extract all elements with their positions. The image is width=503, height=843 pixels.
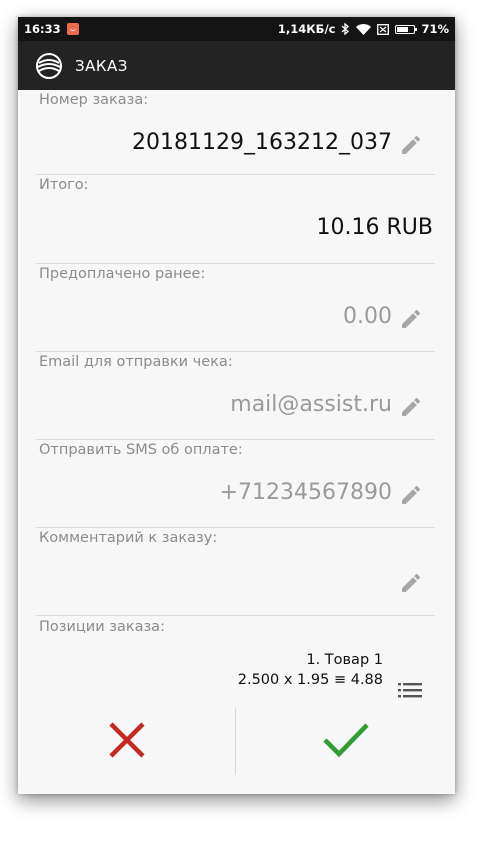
prepaid-field: Предоплачено ранее: 0.00 [36,264,435,352]
order-number-field: Номер заказа: 20181129_163212_037 [36,90,435,175]
edit-email-icon[interactable] [399,395,423,419]
battery-percent: 71% [421,22,449,36]
total-value: 10.16 RUB [316,215,433,240]
status-right: 1,14КБ/с 71% [278,22,449,36]
status-time: 16:33 [24,22,61,36]
list-icon[interactable] [398,680,422,700]
network-speed: 1,14КБ/с [277,22,336,36]
sim-icon [377,23,390,35]
cancel-button[interactable] [18,705,236,775]
positions-label: Позиции заказа: [39,619,165,635]
order-number-label: Номер заказа: [39,92,149,108]
app-bar: ЗАКАЗ [18,41,455,90]
position-item-calc: 2.500 x 1.95 ≡ 4.88 [237,672,383,688]
close-icon [109,722,145,758]
order-positions: Позиции заказа: 1. Товар 1 2.500 x 1.95 … [36,617,435,707]
sms-field: Отправить SMS об оплате: +71234567890 [36,440,435,528]
email-label: Email для отправки чека: [39,354,233,370]
action-divider [235,708,236,775]
phone-screen: 16:33 1,14КБ/с 71% ЗАКАЗ Номер заказа: 2… [18,17,455,794]
email-value[interactable]: mail@assist.ru [230,392,392,417]
position-item-name: 1. Товар 1 [306,652,383,668]
notification-icon [66,23,79,35]
confirm-button[interactable] [237,705,455,775]
checkmark-icon [323,723,369,758]
wifi-icon [356,23,372,35]
total-label: Итого: [39,177,89,193]
bluetooth-icon [341,23,350,35]
edit-prepaid-icon[interactable] [399,307,423,331]
comment-field: Комментарий к заказу: [36,528,435,616]
status-bar: 16:33 1,14КБ/с 71% [18,17,455,41]
email-field: Email для отправки чека: mail@assist.ru [36,352,435,440]
comment-label: Комментарий к заказу: [39,530,218,546]
order-number-value[interactable]: 20181129_163212_037 [132,130,392,155]
sms-label: Отправить SMS об оплате: [39,442,243,458]
prepaid-label: Предоплачено ранее: [39,266,206,282]
page-title: ЗАКАЗ [75,56,128,75]
action-bar [18,705,455,775]
edit-order-number-icon[interactable] [399,133,423,157]
edit-sms-icon[interactable] [399,483,423,507]
prepaid-value[interactable]: 0.00 [343,304,392,329]
sms-value[interactable]: +71234567890 [220,480,392,505]
edit-comment-icon[interactable] [399,571,423,595]
battery-icon [395,24,418,34]
total-field: Итого: 10.16 RUB [36,175,435,264]
assist-logo-icon[interactable] [35,52,63,80]
